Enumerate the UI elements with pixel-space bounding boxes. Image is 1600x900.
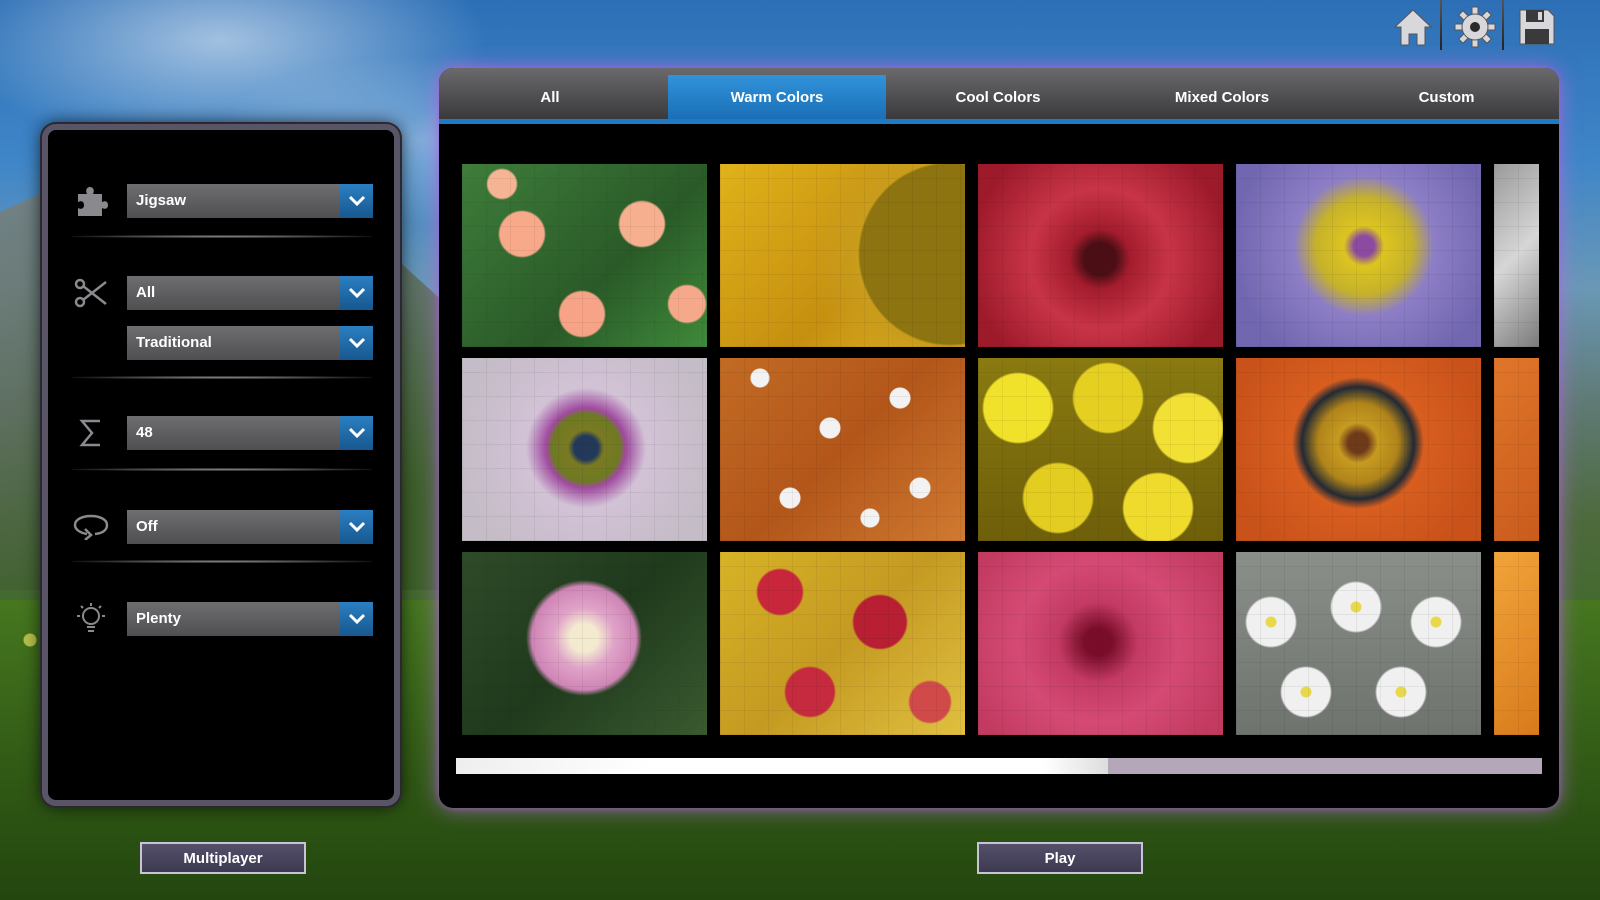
cut-filter-dropdown[interactable]: All [127, 276, 373, 310]
tab-warm-colors[interactable]: Warm Colors [668, 75, 886, 119]
save-icon[interactable] [1514, 4, 1560, 50]
rotate-arrow-icon [72, 510, 110, 544]
thumbnail-yellow-chrysanthemums[interactable] [978, 358, 1223, 541]
gallery-scrollbar[interactable] [456, 758, 1542, 774]
category-tabbar: All Warm Colors Cool Colors Mixed Colors… [439, 68, 1559, 119]
sigma-icon [72, 416, 110, 450]
setting-row-rotation: Off [72, 510, 372, 544]
tab-all[interactable]: All [439, 75, 661, 119]
puzzle-gallery-panel: All Warm Colors Cool Colors Mixed Colors… [439, 68, 1559, 808]
thumbnail-pink-peony[interactable] [462, 552, 707, 735]
topbar-separator [1440, 0, 1442, 50]
tab-mixed-colors[interactable]: Mixed Colors [1110, 75, 1334, 119]
thumbnail-partial-orange[interactable] [1494, 358, 1539, 541]
play-button[interactable]: Play [977, 842, 1143, 874]
rotation-dropdown[interactable]: Off [127, 510, 373, 544]
thumbnail-pink-camellia[interactable] [978, 552, 1223, 735]
cut-style-dropdown[interactable]: Traditional [127, 326, 373, 360]
thumbnail-sunflower-bee[interactable] [720, 164, 965, 347]
divider [72, 468, 372, 471]
thumbnail-partial-orange-petals[interactable] [1494, 552, 1539, 735]
scissors-icon [72, 276, 110, 310]
dropdown-value: Plenty [136, 610, 181, 627]
puzzle-piece-icon [72, 184, 110, 218]
divider [72, 235, 372, 238]
tab-underline [439, 119, 1559, 124]
thumbnail-white-plumeria[interactable] [1236, 552, 1481, 735]
chevron-down-icon[interactable] [340, 184, 373, 218]
puzzle-type-dropdown[interactable]: Jigsaw [127, 184, 373, 218]
thumbnail-white-blossoms[interactable] [720, 358, 965, 541]
tab-cool-colors[interactable]: Cool Colors [886, 75, 1110, 119]
thumbnail-grid [462, 164, 1542, 744]
thumbnail-partial-gray[interactable] [1494, 164, 1539, 347]
setting-row-cut: All [72, 276, 372, 310]
topbar-separator [1502, 0, 1504, 50]
lightbulb-icon [72, 602, 110, 636]
chevron-down-icon[interactable] [340, 416, 373, 450]
dropdown-value: Traditional [136, 334, 212, 351]
dropdown-value: All [136, 284, 155, 301]
chevron-down-icon[interactable] [340, 276, 373, 310]
piece-count-dropdown[interactable]: 48 [127, 416, 373, 450]
chevron-down-icon[interactable] [340, 326, 373, 360]
divider [72, 376, 372, 379]
setting-row-cut-style: Traditional [72, 326, 372, 360]
scrollbar-thumb[interactable] [456, 758, 1108, 774]
setting-row-hints: Plenty [72, 602, 372, 636]
dropdown-value: Jigsaw [136, 192, 186, 209]
setting-row-puzzle-type: Jigsaw [72, 184, 372, 218]
gear-icon[interactable] [1452, 4, 1498, 50]
home-icon[interactable] [1390, 4, 1436, 50]
thumbnail-purple-water-lily[interactable] [1236, 164, 1481, 347]
chevron-down-icon[interactable] [340, 602, 373, 636]
thumbnail-plumeria[interactable] [462, 164, 707, 347]
multiplayer-button[interactable]: Multiplayer [140, 842, 306, 874]
setting-row-piece-count: 48 [72, 416, 372, 450]
settings-panel: Jigsaw All Traditional 48 [42, 124, 400, 806]
divider [72, 560, 372, 563]
tab-custom[interactable]: Custom [1334, 75, 1559, 119]
thumbnail-white-daisy[interactable] [462, 358, 707, 541]
chevron-down-icon[interactable] [340, 510, 373, 544]
dropdown-value: 48 [136, 424, 153, 441]
thumbnail-red-dahlia[interactable] [978, 164, 1223, 347]
dropdown-value: Off [136, 518, 158, 535]
hints-dropdown[interactable]: Plenty [127, 602, 373, 636]
thumbnail-orange-gazania[interactable] [1236, 358, 1481, 541]
thumbnail-red-yellow-petals[interactable] [720, 552, 965, 735]
